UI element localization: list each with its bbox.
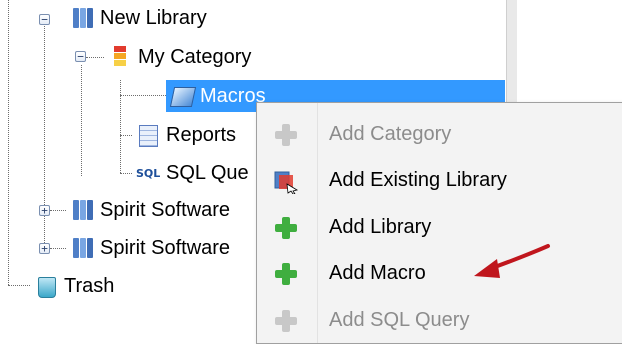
tree-connector bbox=[120, 135, 132, 136]
add-plus-icon bbox=[273, 122, 299, 148]
tree-connector bbox=[86, 57, 104, 58]
trash-icon bbox=[34, 274, 58, 298]
report-icon bbox=[136, 123, 160, 147]
add-plus-icon bbox=[273, 308, 299, 334]
library-book-icon bbox=[70, 236, 94, 260]
tree-item-trash[interactable]: Trash bbox=[34, 270, 114, 302]
tree-connector bbox=[81, 65, 82, 176]
menu-item-label: Add SQL Query bbox=[329, 308, 470, 331]
collapse-toggle[interactable]: − bbox=[39, 14, 50, 25]
tree-item-spirit-software[interactable]: Spirit Software bbox=[70, 232, 230, 264]
tree-item-my-category[interactable]: My Category bbox=[108, 41, 251, 73]
library-book-icon bbox=[70, 198, 94, 222]
menu-item-label: Add Library bbox=[329, 215, 432, 238]
tree-item-label: SQL Que bbox=[166, 161, 249, 184]
tree-item-spirit-software[interactable]: Spirit Software bbox=[70, 194, 230, 226]
tree-item-label: My Category bbox=[138, 45, 252, 68]
tree-connector bbox=[50, 210, 66, 211]
menu-item-label: Add Existing Library bbox=[329, 168, 507, 191]
category-icon bbox=[108, 45, 132, 69]
expand-toggle[interactable]: + bbox=[39, 243, 50, 254]
tree-item-label: Spirit Software bbox=[100, 198, 231, 221]
tree-connector bbox=[50, 248, 66, 249]
menu-item-add-sql-query[interactable]: Add SQL Query bbox=[257, 297, 622, 343]
collapse-toggle[interactable]: − bbox=[75, 51, 86, 62]
library-book-icon bbox=[70, 6, 94, 30]
menu-item-add-macro[interactable]: Add Macro bbox=[257, 250, 622, 296]
menu-item-add-library[interactable]: Add Library bbox=[257, 204, 622, 250]
tree-item-label: Reports bbox=[166, 123, 237, 146]
expand-toggle[interactable]: + bbox=[39, 205, 50, 216]
context-menu: Add Category Add Existing Library Add Li… bbox=[256, 102, 622, 344]
tree-connector bbox=[8, 0, 9, 285]
tree-item-label: New Library bbox=[100, 6, 207, 29]
add-plus-icon bbox=[273, 261, 299, 287]
tree-connector bbox=[8, 285, 30, 286]
tree-item-label: Spirit Software bbox=[100, 236, 231, 259]
tree-connector bbox=[120, 173, 132, 174]
tree-connector bbox=[120, 95, 166, 96]
menu-item-label: Add Macro bbox=[329, 261, 426, 284]
tree-connector bbox=[120, 80, 121, 173]
macro-icon bbox=[169, 84, 197, 108]
tree-item-new-library[interactable]: New Library bbox=[70, 2, 207, 34]
tree-item-label: Trash bbox=[64, 274, 115, 297]
menu-item-add-existing-library[interactable]: Add Existing Library bbox=[257, 157, 622, 203]
existing-library-icon bbox=[273, 168, 299, 195]
tree-item-sql-query[interactable]: SQL SQL Que bbox=[136, 157, 249, 189]
tree-item-reports[interactable]: Reports bbox=[136, 119, 236, 151]
sql-icon: SQL bbox=[136, 167, 161, 180]
add-plus-icon bbox=[273, 215, 299, 241]
menu-item-add-category[interactable]: Add Category bbox=[257, 111, 622, 157]
menu-item-label: Add Category bbox=[329, 122, 452, 145]
